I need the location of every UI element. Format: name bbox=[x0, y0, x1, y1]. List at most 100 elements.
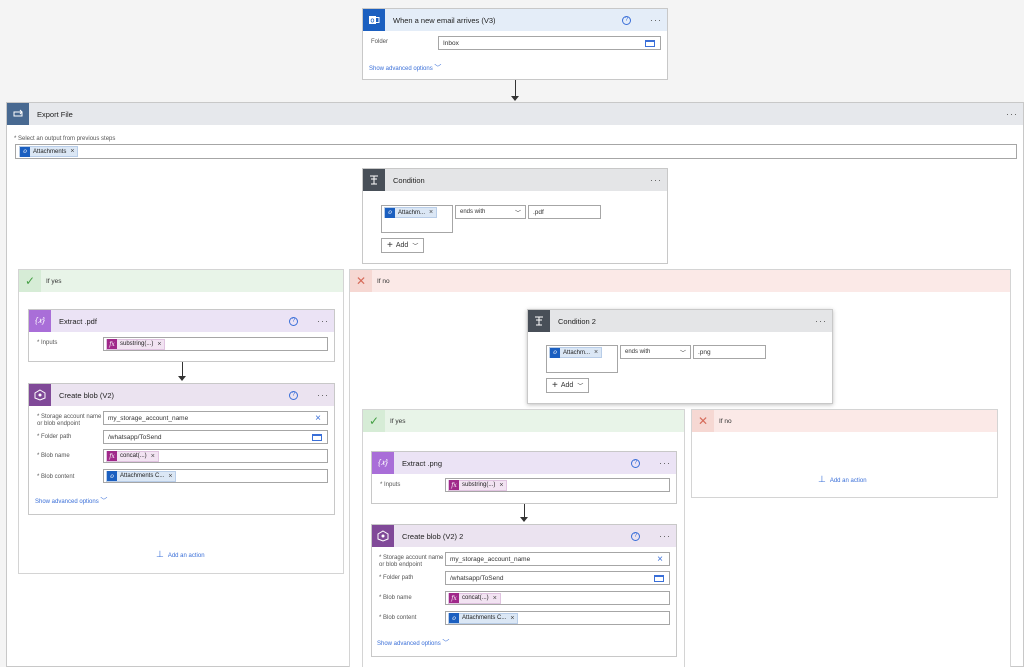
add-action-link[interactable]: ⊥ Add an action bbox=[156, 549, 205, 560]
show-advanced-link[interactable]: Show advanced options ﹀ bbox=[369, 63, 441, 73]
remove-token-icon[interactable]: × bbox=[510, 615, 514, 622]
attachments-content-token[interactable]: o Attachments C... × bbox=[106, 470, 177, 482]
show-advanced-link[interactable]: Show advanced options ﹀ bbox=[35, 496, 107, 506]
if-no-header[interactable]: ✕ If no bbox=[350, 270, 1010, 292]
trigger-header[interactable]: O When a new email arrives (V3) ? ··· bbox=[363, 9, 667, 31]
inputs-field[interactable]: fx substring(...) × bbox=[103, 337, 328, 351]
extract-pdf-header[interactable]: {𝑥} Extract .pdf ? ··· bbox=[29, 310, 334, 332]
extract-pdf-card[interactable]: {𝑥} Extract .pdf ? ··· * Inputs fx subst… bbox=[28, 309, 335, 362]
create-blob-2-card[interactable]: Create blob (V2) 2 ? ··· * Storage accou… bbox=[371, 524, 677, 657]
remove-token-icon[interactable]: × bbox=[168, 473, 172, 480]
create-blob-header[interactable]: Create blob (V2) ? ··· bbox=[29, 384, 334, 406]
operator-select[interactable]: ends with ﹀ bbox=[620, 345, 691, 359]
concat-token[interactable]: fx concat(...) × bbox=[106, 450, 159, 462]
storage-field[interactable]: my_storage_account_name × bbox=[103, 411, 328, 425]
select-output-field[interactable]: o Attachments × bbox=[15, 144, 1017, 159]
blob-content-field[interactable]: o Attachments C... × bbox=[103, 469, 328, 483]
operator-select[interactable]: ends with ﹀ bbox=[455, 205, 526, 219]
help-icon[interactable]: ? bbox=[631, 458, 640, 468]
fx-icon: fx bbox=[107, 451, 117, 461]
chevron-down-icon: ﹀ bbox=[442, 640, 450, 647]
folder-icon[interactable] bbox=[312, 434, 322, 441]
storage-field[interactable]: my_storage_account_name × bbox=[445, 552, 670, 566]
more-icon[interactable]: ··· bbox=[810, 316, 832, 326]
condition-value-field[interactable]: .pdf bbox=[528, 205, 601, 219]
chevron-down-icon: ﹀ bbox=[577, 384, 584, 390]
substring-token[interactable]: fx substring(...) × bbox=[448, 479, 508, 491]
help-icon[interactable]: ? bbox=[289, 390, 298, 400]
folder-icon[interactable] bbox=[654, 575, 664, 582]
plus-icon: + bbox=[552, 380, 558, 391]
foreach-header[interactable]: Export File ··· bbox=[7, 103, 1023, 125]
trigger-title: When a new email arrives (V3) bbox=[393, 15, 496, 25]
more-icon[interactable]: ··· bbox=[645, 15, 667, 25]
help-icon[interactable]: ? bbox=[622, 15, 631, 25]
folder-value: Inbox bbox=[443, 39, 459, 47]
if-no-2-header[interactable]: ✕ If no bbox=[692, 410, 997, 432]
condition-left-operand[interactable]: o Attachm... × bbox=[546, 345, 618, 373]
check-icon: ✓ bbox=[19, 270, 41, 292]
attachments-token[interactable]: o Attachm... × bbox=[384, 207, 438, 218]
storage-icon bbox=[29, 384, 51, 406]
more-icon[interactable]: ··· bbox=[1001, 109, 1023, 119]
attachments-token[interactable]: o Attachments × bbox=[19, 146, 79, 157]
add-button[interactable]: + Add ﹀ bbox=[546, 378, 590, 393]
extract-png-title: Extract .png bbox=[402, 458, 443, 468]
folder-icon[interactable] bbox=[645, 40, 655, 47]
attachments-content-token[interactable]: o Attachments C... × bbox=[448, 612, 519, 624]
extract-pdf-title: Extract .pdf bbox=[59, 316, 97, 326]
add-action-link[interactable]: ⊥ Add an action bbox=[818, 474, 867, 485]
create-blob-card[interactable]: Create blob (V2) ? ··· * Storage account… bbox=[28, 383, 335, 515]
blob-content-field[interactable]: o Attachments C... × bbox=[445, 611, 670, 625]
inputs-label: * Inputs bbox=[37, 340, 58, 346]
condition-value-field[interactable]: .png bbox=[693, 345, 766, 359]
expression-icon: {𝑥} bbox=[29, 310, 51, 332]
clear-icon[interactable]: × bbox=[657, 554, 663, 565]
blob-name-label: * Blob name bbox=[379, 595, 412, 601]
show-advanced-link[interactable]: Show advanced options ﹀ bbox=[377, 638, 449, 648]
substring-token[interactable]: fx substring(...) × bbox=[106, 338, 166, 350]
remove-token-icon[interactable]: × bbox=[429, 209, 433, 216]
condition-2-card[interactable]: Condition 2 ··· o Attachm... × ends with ﹀… bbox=[527, 309, 833, 404]
folder-path-field[interactable]: /whatsapp/ToSend bbox=[445, 571, 670, 585]
svg-text:O: O bbox=[371, 19, 375, 25]
concat-token[interactable]: fx concat(...) × bbox=[448, 592, 501, 604]
condition-header[interactable]: Condition ··· bbox=[363, 169, 667, 191]
more-icon[interactable]: ··· bbox=[645, 175, 667, 185]
trigger-card[interactable]: O When a new email arrives (V3) ? ··· Fo… bbox=[362, 8, 668, 80]
condition-card[interactable]: Condition ··· o Attachm... × ends with ﹀ … bbox=[362, 168, 668, 264]
attachments-token[interactable]: o Attachm... × bbox=[549, 347, 603, 358]
folder-path-label: * Folder path bbox=[37, 434, 72, 440]
blob-name-field[interactable]: fx concat(...) × bbox=[103, 449, 328, 463]
condition-left-operand[interactable]: o Attachm... × bbox=[381, 205, 453, 233]
more-icon[interactable]: ··· bbox=[312, 390, 334, 400]
inputs-field[interactable]: fx substring(...) × bbox=[445, 478, 670, 492]
more-icon[interactable]: ··· bbox=[312, 316, 334, 326]
if-yes-header[interactable]: ✓ If yes bbox=[19, 270, 343, 292]
folder-path-field[interactable]: /whatsapp/ToSend bbox=[103, 430, 328, 444]
remove-token-icon[interactable]: × bbox=[499, 482, 503, 489]
add-button[interactable]: + Add ﹀ bbox=[381, 238, 425, 253]
more-icon[interactable]: ··· bbox=[654, 458, 676, 468]
add-action-icon: ⊥ bbox=[818, 474, 826, 484]
create-blob-2-header[interactable]: Create blob (V2) 2 ? ··· bbox=[372, 525, 676, 547]
help-icon[interactable]: ? bbox=[289, 316, 298, 326]
if-yes-2-header[interactable]: ✓ If yes bbox=[363, 410, 684, 432]
folder-field[interactable]: Inbox bbox=[438, 36, 661, 50]
extract-png-card[interactable]: {𝑥} Extract .png ? ··· * Inputs fx subst… bbox=[371, 451, 677, 504]
extract-png-header[interactable]: {𝑥} Extract .png ? ··· bbox=[372, 452, 676, 474]
more-icon[interactable]: ··· bbox=[654, 531, 676, 541]
help-icon[interactable]: ? bbox=[631, 531, 640, 541]
blob-name-field[interactable]: fx concat(...) × bbox=[445, 591, 670, 605]
remove-token-icon[interactable]: × bbox=[493, 595, 497, 602]
remove-token-icon[interactable]: × bbox=[594, 349, 598, 356]
clear-icon[interactable]: × bbox=[315, 413, 321, 424]
condition-title: Condition bbox=[393, 175, 425, 185]
remove-token-icon[interactable]: × bbox=[151, 453, 155, 460]
chevron-down-icon: ﹀ bbox=[514, 210, 521, 217]
condition-2-header[interactable]: Condition 2 ··· bbox=[528, 310, 832, 332]
remove-token-icon[interactable]: × bbox=[157, 341, 161, 348]
foreach-title: Export File bbox=[37, 109, 73, 119]
remove-token-icon[interactable]: × bbox=[70, 148, 74, 155]
close-icon: ✕ bbox=[350, 270, 372, 292]
